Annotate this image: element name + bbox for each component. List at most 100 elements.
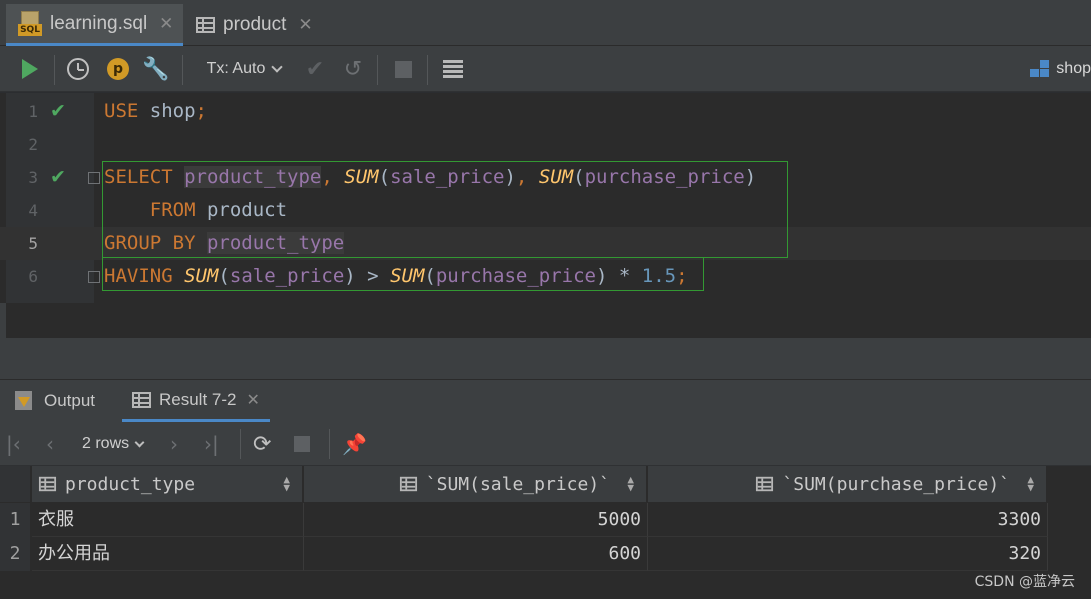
statement-highlight <box>102 161 788 258</box>
column-header[interactable]: product_type ▲ ▼ <box>32 466 304 502</box>
fold-icon[interactable] <box>88 271 100 283</box>
column-icon <box>756 476 774 492</box>
sort-icon[interactable]: ▲ ▼ <box>283 474 290 493</box>
keyword: USE <box>104 100 139 122</box>
tab-result[interactable]: Result 7-2 ✕ <box>122 380 270 422</box>
rows-count-dropdown[interactable]: 2 rows <box>82 422 145 466</box>
column-header-label: `SUM(purchase_price)` <box>782 473 1010 495</box>
rollback-button[interactable]: ↺ <box>338 46 368 92</box>
editor-tab-bar: SQL learning.sql ✕ product ✕ <box>0 0 1091 46</box>
line-number: 4 <box>28 201 38 220</box>
chevron-down-icon <box>271 61 284 73</box>
execute-button[interactable] <box>14 46 46 92</box>
column-icon <box>399 476 417 492</box>
column-header-label: `SUM(sale_price)` <box>425 473 610 495</box>
p-icon: p <box>107 58 129 80</box>
cancel-button[interactable] <box>294 422 310 466</box>
tab-label: Result 7-2 <box>159 389 237 409</box>
tab-output[interactable]: Output <box>14 380 95 422</box>
column-icon <box>38 476 57 492</box>
panel-splitter[interactable] <box>0 338 1091 380</box>
row-number[interactable]: 1 <box>0 503 30 537</box>
check-icon: ✔ <box>50 100 66 122</box>
history-button[interactable] <box>62 46 94 92</box>
schema-name: shop <box>149 100 196 122</box>
table-cell[interactable]: 320 <box>648 537 1048 571</box>
statement-highlight <box>102 258 704 291</box>
explain-plan-button[interactable]: p <box>102 46 134 92</box>
schema-label: shop <box>1056 60 1091 77</box>
wrench-icon: 🔧 <box>142 56 170 82</box>
last-page-button[interactable]: ›| <box>204 422 219 466</box>
line-number: 5 <box>28 234 38 253</box>
table-icon <box>196 17 215 33</box>
table-cell[interactable]: 600 <box>304 537 648 571</box>
rows-count: 2 rows <box>82 435 130 452</box>
table-cell[interactable]: 5000 <box>304 503 648 537</box>
first-page-icon: |‹ <box>6 432 21 456</box>
refresh-icon: ⟳ <box>253 431 272 457</box>
next-page-button[interactable]: › <box>170 422 178 466</box>
tab-label: Output <box>44 391 96 410</box>
settings-button[interactable]: 🔧 <box>140 46 172 92</box>
sql-file-icon: SQL <box>18 10 42 37</box>
column-header[interactable]: `SUM(purchase_price)` ▲ ▼ <box>648 466 1048 502</box>
first-page-button[interactable]: |‹ <box>6 422 21 466</box>
line-number: 3 <box>28 168 38 187</box>
editor-toolbar: p 🔧 Tx: Auto ✔ ↺ shop <box>0 46 1091 92</box>
code-line[interactable]: 1 ✔ USE shop; <box>0 95 1091 128</box>
check-icon: ✔ <box>305 56 325 82</box>
result-toolbar: |‹ ‹ 2 rows › ›| ⟳ 📌 <box>0 422 1091 466</box>
close-icon[interactable]: ✕ <box>298 15 312 35</box>
stop-button[interactable] <box>388 46 418 92</box>
table-cell[interactable]: 3300 <box>648 503 1048 537</box>
editor-bottom-area <box>6 303 1091 338</box>
tx-mode-dropdown[interactable]: Tx: Auto <box>196 46 292 92</box>
column-header[interactable]: `SUM(sale_price)` ▲ ▼ <box>304 466 648 502</box>
line-number: 1 <box>28 102 38 121</box>
tab-learning-sql[interactable]: SQL learning.sql ✕ <box>6 4 183 46</box>
pin-icon: 📌 <box>342 432 367 456</box>
result-grid: product_type ▲ ▼ `SUM(sale_price)` ▲ ▼ `SU… <box>0 466 1091 599</box>
stop-icon <box>294 436 310 452</box>
check-icon: ✔ <box>50 166 66 188</box>
close-icon[interactable]: ✕ <box>246 390 259 410</box>
table-cell[interactable]: 衣服 <box>32 503 304 537</box>
table-icon <box>132 391 151 408</box>
pin-tab-button[interactable]: 📌 <box>342 422 367 466</box>
last-page-icon: ›| <box>204 432 219 456</box>
output-layout-button[interactable] <box>438 46 468 92</box>
result-tab-bar: Output Result 7-2 ✕ <box>0 380 1091 422</box>
tab-product[interactable]: product ✕ <box>184 4 334 46</box>
tab-label: learning.sql <box>50 12 148 34</box>
corner-cell <box>0 466 30 502</box>
tab-label: product <box>223 14 287 35</box>
code-editor[interactable]: 1 ✔ USE shop; 2 3 ✔ SELECT product_type,… <box>0 93 1091 303</box>
lines-icon <box>443 60 463 78</box>
stop-icon <box>394 60 412 78</box>
tx-mode-label: Tx: Auto <box>206 60 266 77</box>
schema-selector[interactable]: shop <box>1030 46 1091 92</box>
sort-icon[interactable]: ▲ ▼ <box>1027 474 1034 493</box>
code-line[interactable]: 2 <box>0 128 1091 161</box>
chevron-down-icon <box>134 437 145 447</box>
chevron-left-icon: ‹ <box>46 432 54 456</box>
table-cell[interactable]: 办公用品 <box>32 537 304 571</box>
refresh-button[interactable]: ⟳ <box>253 422 271 466</box>
close-icon[interactable]: ✕ <box>159 14 173 34</box>
line-number: 6 <box>28 267 38 286</box>
previous-page-button[interactable]: ‹ <box>46 422 54 466</box>
schema-icon <box>1030 60 1050 78</box>
chevron-right-icon: › <box>170 432 178 456</box>
clock-icon <box>67 58 89 80</box>
row-number[interactable]: 2 <box>0 537 30 571</box>
output-icon <box>14 391 34 411</box>
fold-icon[interactable] <box>88 172 100 184</box>
play-icon <box>22 59 38 79</box>
watermark: CSDN @蓝净云 <box>974 574 1075 590</box>
sort-icon[interactable]: ▲ ▼ <box>627 474 634 493</box>
rollback-icon: ↺ <box>343 56 363 82</box>
semicolon: ; <box>195 100 207 122</box>
commit-button[interactable]: ✔ <box>300 46 330 92</box>
line-number: 2 <box>28 135 38 154</box>
